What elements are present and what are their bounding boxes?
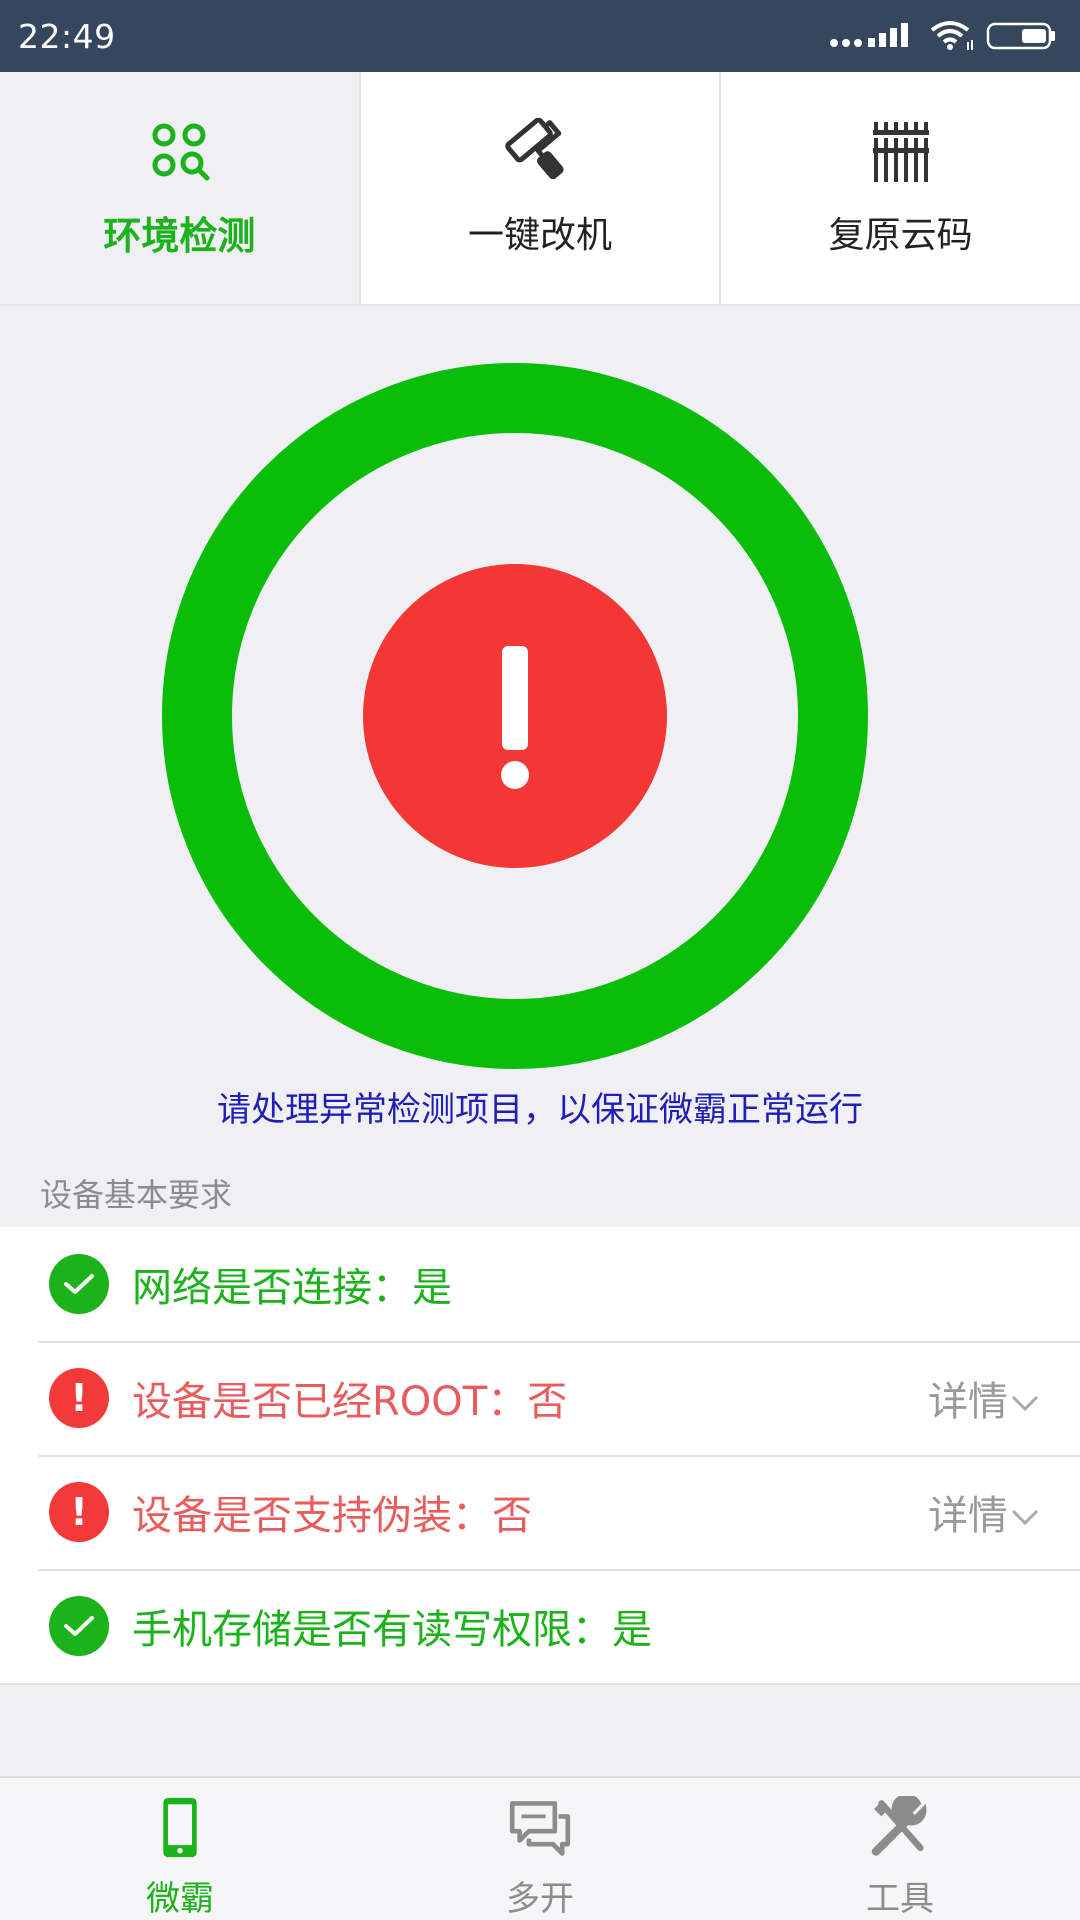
check-row-disguise: ! 设备是否支持伪装：否 详情: [0, 1455, 1080, 1569]
status-icons: [828, 20, 1058, 52]
tab-label: 复原云码: [828, 215, 973, 256]
detail-label: 详情: [928, 1379, 1008, 1425]
tab-one-click-modify[interactable]: 一键改机: [361, 72, 722, 304]
signal-icon: [830, 23, 908, 47]
check-text: 设备是否已经ROOT：否: [132, 1379, 568, 1425]
detail-button[interactable]: 详情: [928, 1369, 1040, 1427]
check-text: 设备是否支持伪装：否: [132, 1493, 532, 1539]
nav-multi-open[interactable]: 多开: [360, 1778, 720, 1920]
nav-label: 多开: [506, 1879, 574, 1919]
bottom-nav: 微霸 多开 工具: [0, 1776, 1080, 1920]
nav-label: 微霸: [146, 1879, 214, 1919]
nav-tools[interactable]: 工具: [720, 1778, 1080, 1920]
alert-exclamation-bar: [502, 646, 528, 750]
top-tabs: 环境检测 一键改机 复原云码: [0, 72, 1080, 306]
alert-exclamation-dot: [501, 761, 529, 789]
check-ok-icon: [49, 1596, 109, 1656]
detail-label: 详情: [928, 1493, 1008, 1539]
battery-icon: [986, 22, 1055, 50]
tab-label: 环境检测: [103, 213, 256, 258]
status-bar: 22:49: [0, 0, 1080, 72]
chevron-down-icon: [1011, 1395, 1039, 1412]
barcode-icon: [872, 122, 929, 182]
section-title: 设备基本要求: [40, 1176, 233, 1214]
tools-icon: [871, 1796, 927, 1856]
detail-button[interactable]: 详情: [928, 1483, 1040, 1541]
phone-icon: [163, 1797, 197, 1858]
tab-restore-cloud-code[interactable]: 复原云码: [721, 72, 1080, 304]
check-text: 手机存储是否有读写权限：是: [132, 1607, 652, 1653]
alert-icon: !: [49, 1368, 109, 1428]
check-row-root: ! 设备是否已经ROOT：否 详情: [0, 1341, 1080, 1455]
check-row-storage: 手机存储是否有读写权限：是: [0, 1569, 1080, 1683]
chevron-down-icon: [1011, 1509, 1039, 1526]
wifi-icon: [930, 21, 973, 50]
paint-roller-icon: [505, 118, 564, 180]
hint-text: 请处理异常检测项目，以保证微霸正常运行: [217, 1090, 863, 1130]
chat-bubbles-icon: [509, 1801, 571, 1856]
requirements-list: 网络是否连接：是 ! 设备是否已经ROOT：否 详情 ! 设备是否支持伪装：否 …: [0, 1227, 1080, 1685]
status-gauge: [162, 363, 868, 1069]
check-row-network: 网络是否连接：是: [0, 1227, 1080, 1341]
check-text: 网络是否连接：是: [132, 1265, 452, 1311]
grid-search-icon: [152, 123, 210, 180]
alert-icon: !: [49, 1482, 109, 1542]
nav-weiba[interactable]: 微霸: [0, 1778, 360, 1920]
tab-environment-check[interactable]: 环境检测: [0, 72, 361, 304]
check-ok-icon: [49, 1254, 109, 1314]
tab-label: 一键改机: [468, 215, 613, 256]
nav-label: 工具: [866, 1879, 934, 1919]
status-time: 22:49: [18, 16, 116, 56]
